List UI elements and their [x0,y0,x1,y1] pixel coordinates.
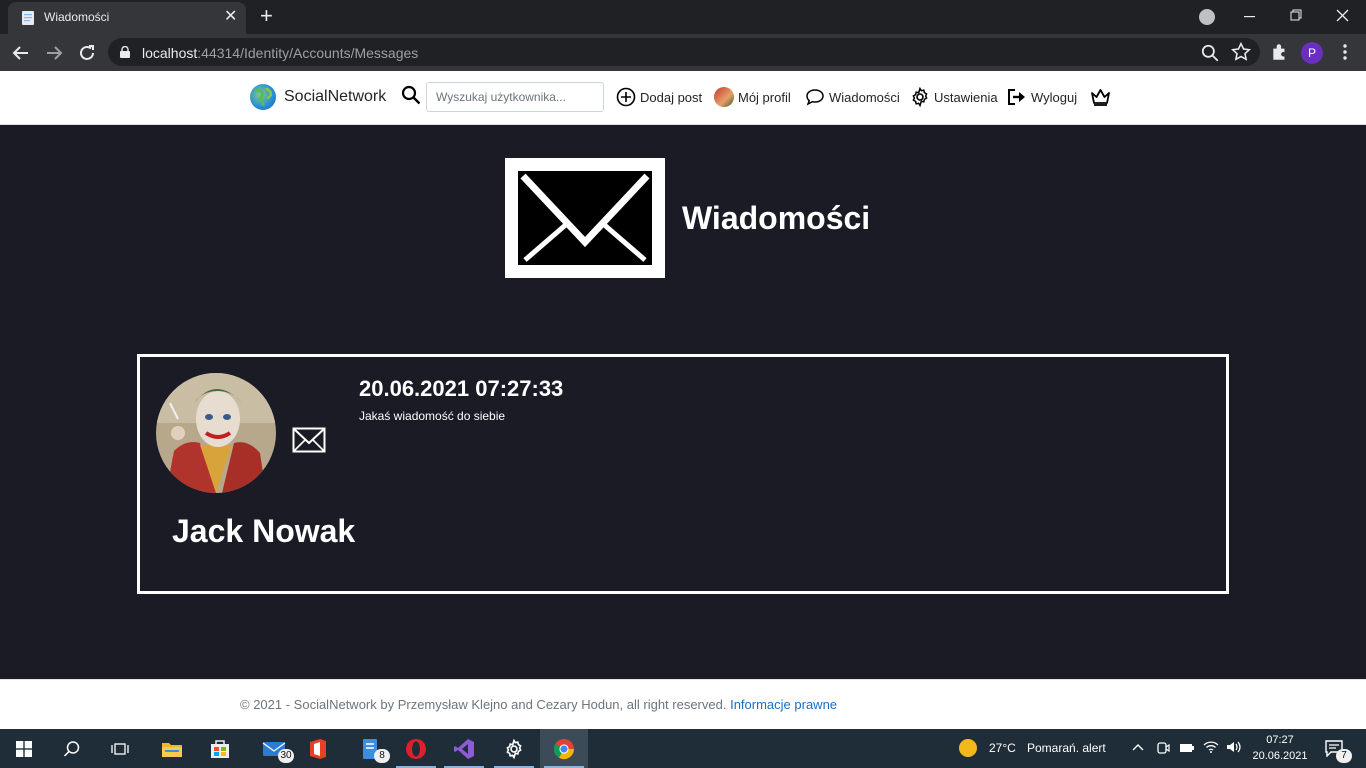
visual-studio-icon[interactable] [440,729,488,768]
message-text: Jakaś wiadomość do siebie [359,409,506,423]
tab-title: Wiadomości [44,10,110,24]
url-text: localhost:44314/Identity/Accounts/Messag… [142,45,419,61]
close-window-icon[interactable] [1336,9,1349,22]
menu-icon[interactable] [1343,43,1347,61]
files-app-icon[interactable]: 8 [346,729,394,768]
copyright-text: © 2021 - SocialNetwork by Przemysław Kle… [240,697,727,712]
page-title: Wiadomości [682,199,871,236]
clock-time: 07:27 [1266,734,1294,746]
office-icon[interactable] [294,729,342,768]
lock-icon[interactable] [120,46,130,58]
nav-add-post-label: Dodaj post [640,89,703,105]
taskbar-search-icon[interactable] [48,729,96,768]
logout-icon [1008,89,1025,105]
files-badge: 8 [374,749,390,763]
browser-toolbar: localhost:44314/Identity/Accounts/Messag… [0,34,1366,71]
message-date: 20.06.2021 07:27:33 [359,376,564,401]
browser-tab[interactable]: Wiadomości ✕ [8,2,246,34]
notification-count: 7 [1336,749,1352,763]
battery-icon[interactable] [1179,742,1195,754]
meet-now-icon[interactable] [1156,740,1170,756]
forward-icon[interactable] [43,42,65,64]
address-bar[interactable]: localhost:44314/Identity/Accounts/Messag… [108,38,1260,66]
brand-link[interactable]: SocialNetwork [250,84,386,110]
reload-icon[interactable] [76,42,98,64]
opera-icon[interactable] [392,729,440,768]
brand-name: SocialNetwork [284,88,387,105]
browser-tabstrip: Wiadomości ✕ + [0,0,1366,34]
search-icon[interactable] [401,85,421,105]
weather-alert: Pomarań. alert [1027,741,1106,755]
sender-name[interactable]: Jack Nowak [172,513,355,550]
nav-logout[interactable]: Wyloguj [1007,87,1077,107]
tab-search-icon[interactable] [1199,9,1215,25]
back-icon[interactable] [10,42,32,64]
nav-settings-label: Ustawienia [934,89,998,105]
profile-mini-avatar [714,87,734,107]
store-icon[interactable] [196,729,244,768]
crown-icon[interactable] [1090,88,1111,107]
user-search-input[interactable] [426,82,604,112]
gear-icon [912,87,928,107]
clock-date: 20.06.2021 [1252,750,1308,762]
weather-temp: 27°C [989,741,1016,755]
sender-avatar[interactable] [156,373,276,493]
message-card[interactable]: Jack Nowak 20.06.2021 07:27:33 Jakaś wia… [137,354,1229,594]
tab-close-icon[interactable]: ✕ [224,9,237,25]
wifi-icon[interactable] [1203,740,1219,754]
bookmark-star-icon[interactable] [1231,42,1251,62]
nav-add-post[interactable]: Dodaj post [616,87,702,107]
new-tab-button[interactable]: + [260,4,273,28]
nav-logout-label: Wyloguj [1031,89,1078,105]
chrome-icon[interactable] [540,729,588,768]
notifications-icon[interactable]: 7 [1324,739,1352,763]
extensions-icon[interactable] [1270,42,1290,62]
minimize-icon[interactable] [1244,12,1256,22]
page-heading: Wiadomości [505,158,870,278]
zoom-icon[interactable] [1200,43,1220,63]
site-footer: © 2021 - SocialNetwork by Przemysław Kle… [0,679,1366,729]
chevron-up-icon[interactable] [1132,742,1144,752]
settings-app-icon[interactable] [490,729,538,768]
mail-icon[interactable]: 30 [250,729,298,768]
windows-start-icon[interactable] [0,729,48,768]
restore-icon[interactable] [1290,9,1303,22]
site-header: SocialNetwork Dodaj post Mój profil Wiad… [0,71,1366,125]
task-view-icon[interactable] [96,729,144,768]
plus-circle-icon [616,87,636,107]
nav-settings[interactable]: Ustawienia [910,87,998,107]
globe-icon [250,84,276,110]
nav-my-profile[interactable]: Mój profil [714,87,791,107]
sun-icon [959,739,977,757]
nav-messages[interactable]: Wiadomości [805,87,900,107]
nav-my-profile-label: Mój profil [738,89,791,105]
volume-icon[interactable] [1226,740,1242,754]
envelope-icon [505,158,665,278]
windows-taskbar: 30 8 27°C Pomarań. alert 07:27 20.06.202… [0,729,1366,768]
footer-text: © 2021 - SocialNetwork by Przemysław Kle… [240,697,837,712]
document-icon [22,11,34,25]
taskbar-clock[interactable]: 07:27 20.06.2021 [1252,732,1308,764]
legal-info-link[interactable]: Informacje prawne [730,697,837,712]
nav-messages-label: Wiadomości [829,89,900,105]
file-explorer-icon[interactable] [148,729,196,768]
message-envelope-icon[interactable] [292,427,326,453]
profile-avatar[interactable]: P [1301,42,1323,64]
mail-badge: 30 [278,749,294,763]
chat-bubble-icon [806,89,824,106]
